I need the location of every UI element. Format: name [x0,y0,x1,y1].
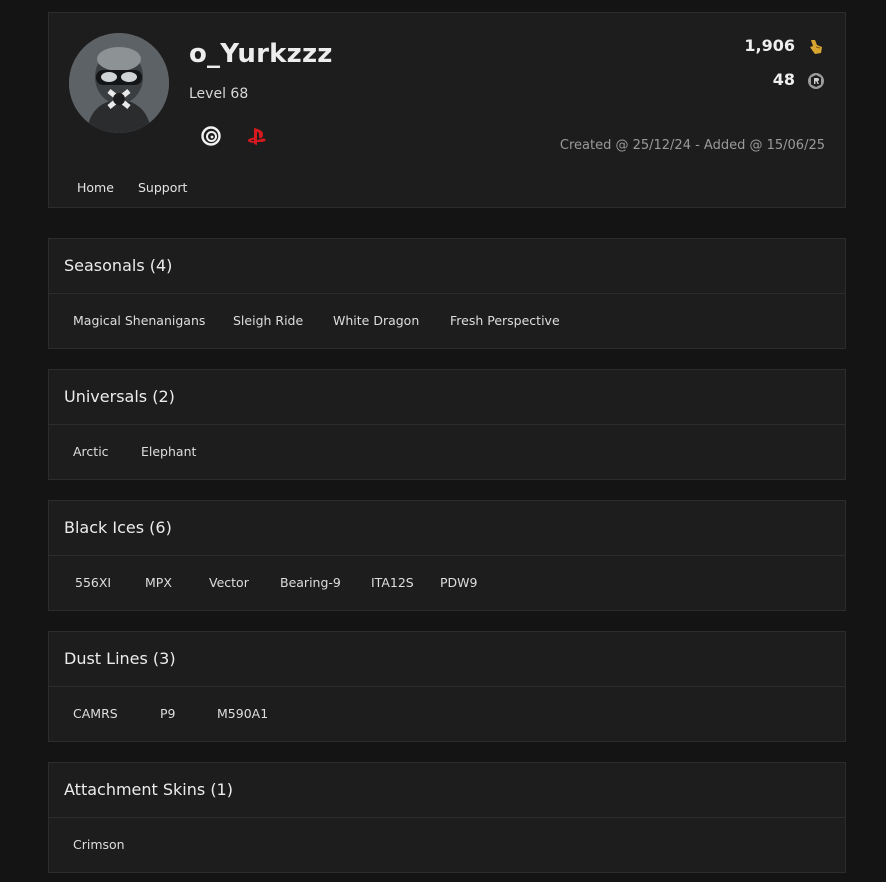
item-list: Arctic Elephant [49,425,845,479]
item-list: CAMRS P9 M590A1 [49,687,845,741]
skin-item[interactable]: ITA12S [371,575,414,590]
section-title: Seasonals (4) [49,239,845,294]
r6-credits-icon [807,72,825,90]
section-title: Universals (2) [49,370,845,425]
player-level: Level 68 [189,86,249,102]
playstation-icon[interactable] [246,125,268,147]
skin-item[interactable]: Elephant [141,444,196,459]
avatar [69,33,169,133]
ubisoft-icon[interactable] [200,125,222,147]
nav-home[interactable]: Home [77,180,114,195]
skin-item[interactable]: 556XI [75,575,111,590]
section-title: Black Ices (6) [49,501,845,556]
skin-item[interactable]: Fresh Perspective [450,313,560,328]
section-title: Attachment Skins (1) [49,763,845,818]
section-attachment-skins: Attachment Skins (1) Crimson [48,762,846,873]
username: o_Yurkzzz [189,39,333,69]
skin-item[interactable]: MPX [145,575,172,590]
item-list: Crimson [49,818,845,872]
item-list: Magical Shenanigans Sleigh Ride White Dr… [49,294,845,348]
avatar-image [69,33,169,133]
section-dust-lines: Dust Lines (3) CAMRS P9 M590A1 [48,631,846,742]
skin-item[interactable]: CAMRS [73,706,118,721]
skin-item[interactable]: White Dragon [333,313,419,328]
skin-item[interactable]: Crimson [73,837,125,852]
section-seasonals: Seasonals (4) Magical Shenanigans Sleigh… [48,238,846,349]
section-universals: Universals (2) Arctic Elephant [48,369,846,480]
renown-icon [807,38,825,56]
skin-item[interactable]: Vector [209,575,249,590]
section-black-ices: Black Ices (6) 556XI MPX Vector Bearing-… [48,500,846,611]
renown-count: 1,906 [744,36,795,55]
section-title: Dust Lines (3) [49,632,845,687]
nav-support[interactable]: Support [138,180,187,195]
account-dates: Created @ 25/12/24 - Added @ 15/06/25 [559,138,825,153]
skin-item[interactable]: Bearing-9 [280,575,341,590]
credits-count: 48 [772,70,795,89]
skin-item[interactable]: P9 [160,706,176,721]
skin-item[interactable]: Sleigh Ride [233,313,303,328]
skin-item[interactable]: Magical Shenanigans [73,313,205,328]
skin-item[interactable]: Arctic [73,444,109,459]
profile-card: o_Yurkzzz Level 68 1,906 48 Created @ 25… [48,12,846,208]
skin-item[interactable]: PDW9 [440,575,477,590]
item-list: 556XI MPX Vector Bearing-9 ITA12S PDW9 [49,556,845,610]
skin-item[interactable]: M590A1 [217,706,268,721]
